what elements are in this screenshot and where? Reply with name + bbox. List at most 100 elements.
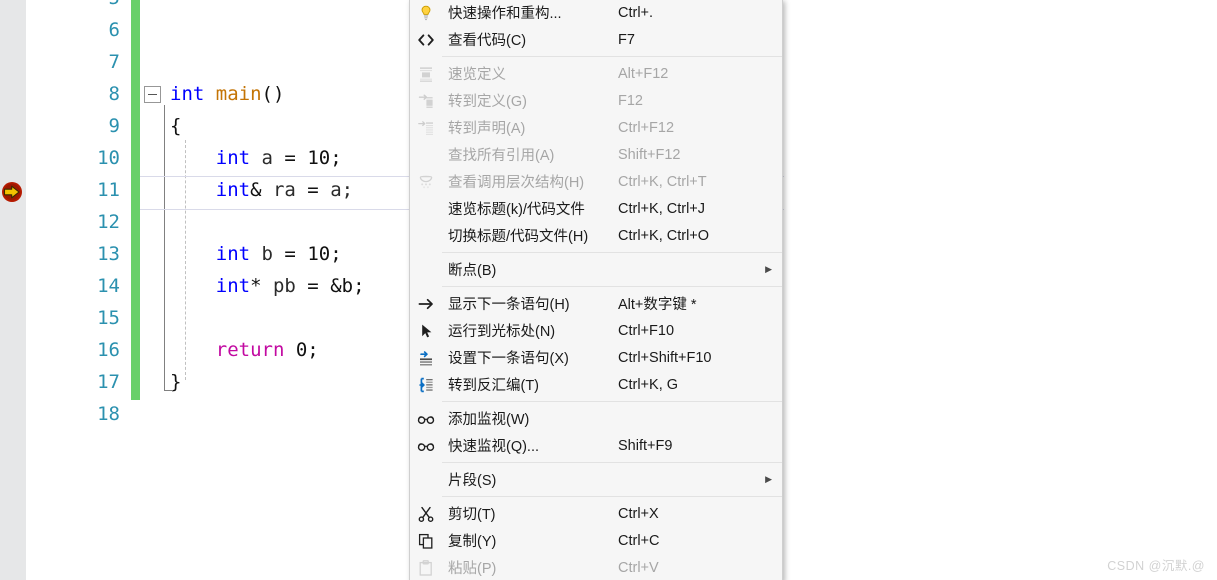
- menu-item-label: 粘贴(P): [448, 561, 497, 577]
- menu-item-label: 速览定义: [448, 67, 506, 83]
- indent-guide: [185, 140, 186, 380]
- menu-item-label: 显示下一条语句(H): [448, 297, 570, 313]
- editor-right-blank-area: [784, 0, 1217, 580]
- menu-item-label: 添加监视(W): [448, 412, 530, 428]
- menu-item[interactable]: 运行到光标处(N) Ctrl+F10: [410, 317, 782, 344]
- code-token: 10;: [307, 243, 342, 265]
- code-token: 10;: [307, 147, 342, 169]
- menu-item-shortcut: Ctrl+Shift+F10: [618, 349, 712, 366]
- menu-item-label: 复制(Y): [448, 534, 497, 550]
- block-structure-guide: [164, 105, 165, 391]
- line-number: 15: [97, 307, 120, 329]
- code-token: a: [261, 147, 273, 169]
- menu-item-label: 切换标题/代码文件(H): [448, 229, 589, 245]
- menu-item: 查找所有引用(A) Shift+F12: [410, 141, 782, 168]
- line-number: 9: [108, 115, 120, 137]
- set-next-statement-icon: [410, 344, 442, 371]
- code-token: (): [261, 83, 285, 105]
- call-hierarchy-icon: [410, 168, 442, 195]
- menu-separator: [442, 401, 782, 402]
- menu-item-label: 运行到光标处(N): [448, 324, 556, 340]
- menu-item[interactable]: 复制(Y) Ctrl+C: [410, 527, 782, 554]
- line-number: 10: [97, 147, 120, 169]
- menu-item: 转到定义(G) F12: [410, 87, 782, 114]
- code-token: int: [170, 179, 251, 201]
- menu-item-icon-placeholder: [410, 141, 442, 168]
- menu-item[interactable]: 断点(B) ▶: [410, 256, 782, 283]
- code-token: int: [170, 83, 205, 105]
- menu-item[interactable]: 查看代码(C) F7: [410, 26, 782, 53]
- menu-item-label: 断点(B): [448, 263, 497, 279]
- code-token: {: [170, 115, 182, 137]
- line-number: 12: [97, 211, 120, 233]
- menu-separator: [442, 286, 782, 287]
- line-number: 6: [108, 19, 120, 41]
- menu-item-shortcut: Ctrl+K, Ctrl+O: [618, 227, 710, 244]
- menu-item[interactable]: 添加监视(W): [410, 405, 782, 432]
- screen-root: 56789101112131415161718 int main(){ int …: [0, 0, 1217, 580]
- menu-item[interactable]: 切换标题/代码文件(H) Ctrl+K, Ctrl+O: [410, 222, 782, 249]
- menu-item: 速览定义 Alt+F12: [410, 60, 782, 87]
- line-number: 13: [97, 243, 120, 265]
- line-number: 17: [97, 371, 120, 393]
- menu-separator: [442, 462, 782, 463]
- paste-icon: [410, 554, 442, 580]
- menu-item[interactable]: 快速操作和重构... Ctrl+.: [410, 0, 782, 26]
- code-token: return: [215, 339, 285, 361]
- menu-item-shortcut: Ctrl+K, G: [618, 376, 679, 393]
- menu-separator: [442, 496, 782, 497]
- menu-item-icon-placeholder: [410, 195, 442, 222]
- menu-item-label: 剪切(T): [448, 507, 496, 523]
- line-number: 14: [97, 275, 120, 297]
- cursor-arrow-icon: [410, 317, 442, 344]
- menu-item-shortcut: F7: [618, 31, 635, 48]
- glasses-icon: [410, 432, 442, 459]
- menu-item[interactable]: 显示下一条语句(H) Alt+数字键 *: [410, 290, 782, 317]
- menu-item[interactable]: 片段(S) ▶: [410, 466, 782, 493]
- code-token: int: [170, 275, 251, 297]
- arrow-right-icon: [410, 290, 442, 317]
- line-number: 11: [97, 179, 120, 201]
- menu-item: 粘贴(P) Ctrl+V: [410, 554, 782, 580]
- menu-item[interactable]: 剪切(T) Ctrl+X: [410, 500, 782, 527]
- code-token: 0;: [295, 339, 319, 361]
- menu-item-shortcut: F12: [618, 92, 643, 109]
- code-fold-toggle-icon[interactable]: [144, 86, 161, 103]
- menu-item[interactable]: 转到反汇编(T) Ctrl+K, G: [410, 371, 782, 398]
- breakpoint-margin[interactable]: [0, 0, 26, 580]
- code-token: b: [261, 243, 273, 265]
- menu-item: 查看调用层次结构(H) Ctrl+K, Ctrl+T: [410, 168, 782, 195]
- menu-item-icon-placeholder: [410, 466, 442, 493]
- editor-context-menu[interactable]: 快速操作和重构... Ctrl+. 查看代码(C) F7 速览定义 Alt+F12 转到定义…: [409, 0, 783, 580]
- menu-item-shortcut: Shift+F12: [618, 146, 681, 163]
- line-number: 7: [108, 51, 120, 73]
- menu-item-shortcut: Ctrl+F10: [618, 322, 675, 339]
- line-number: 16: [97, 339, 120, 361]
- current-statement-arrow-on-breakpoint-icon[interactable]: [1, 181, 23, 203]
- menu-separator: [442, 252, 782, 253]
- menu-item-label: 快速操作和重构...: [448, 6, 562, 22]
- menu-item-shortcut: Ctrl+K, Ctrl+T: [618, 173, 707, 190]
- code-token: pb: [272, 275, 296, 297]
- menu-item[interactable]: 设置下一条语句(X) Ctrl+Shift+F10: [410, 344, 782, 371]
- menu-item-shortcut: Ctrl+F12: [618, 119, 675, 136]
- menu-item-label: 转到定义(G): [448, 94, 527, 110]
- menu-item[interactable]: 快速监视(Q)... Shift+F9: [410, 432, 782, 459]
- go-to-definition-icon: [410, 87, 442, 114]
- submenu-chevron-right-icon: ▶: [765, 264, 772, 274]
- menu-item-shortcut: Ctrl+V: [618, 559, 659, 576]
- code-token: ra: [272, 179, 296, 201]
- menu-item-label: 查看代码(C): [448, 33, 527, 49]
- submenu-chevron-right-icon: ▶: [765, 474, 772, 484]
- code-token: a;: [330, 179, 354, 201]
- code-token: =: [272, 243, 308, 265]
- saved-changes-bar: [131, 0, 140, 400]
- menu-item[interactable]: 速览标题(k)/代码文件 Ctrl+K, Ctrl+J: [410, 195, 782, 222]
- line-number: 8: [108, 83, 120, 105]
- menu-item-shortcut: Ctrl+.: [618, 4, 654, 21]
- menu-item-shortcut: Alt+F12: [618, 65, 669, 82]
